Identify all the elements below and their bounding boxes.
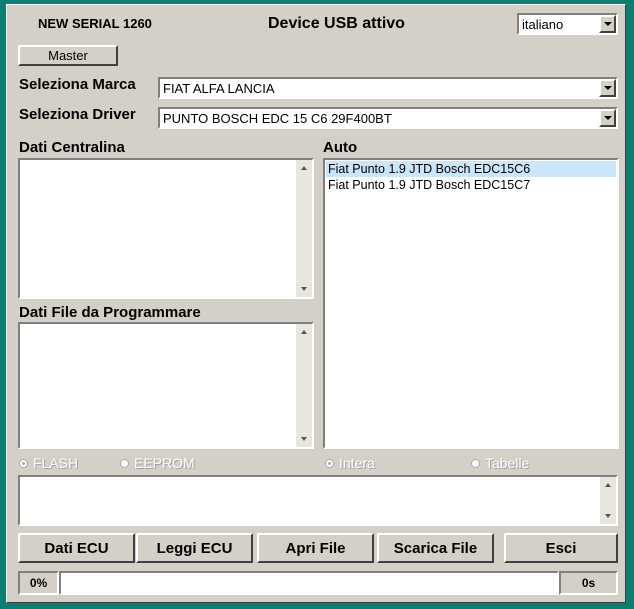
dati-centralina-textarea[interactable] xyxy=(18,158,314,299)
language-select[interactable]: italiano xyxy=(517,13,618,35)
dati-ecu-button[interactable]: Dati ECU xyxy=(18,533,135,563)
driver-value: PUNTO BOSCH EDC 15 C6 29F400BT xyxy=(163,110,392,126)
scroll-up-icon[interactable] xyxy=(600,477,616,493)
dati-centralina-label: Dati Centralina xyxy=(19,139,125,156)
scroll-down-icon[interactable] xyxy=(296,281,312,297)
main-window: NEW SERIAL 1260 Device USB attivo italia… xyxy=(6,4,626,603)
elapsed-time: 0s xyxy=(559,571,618,595)
language-value: italiano xyxy=(522,16,564,32)
marca-label: Seleziona Marca xyxy=(19,76,136,93)
radio-dot-icon xyxy=(19,458,28,468)
radio-tabelle-label: Tabelle xyxy=(485,455,530,471)
marca-select[interactable]: FIAT ALFA LANCIA xyxy=(158,77,618,99)
device-status-label: Device USB attivo xyxy=(268,15,405,32)
radio-intera-label: Intera xyxy=(339,455,375,471)
master-button[interactable]: Master xyxy=(18,45,118,66)
list-item[interactable]: Fiat Punto 1.9 JTD Bosch EDC15C6 xyxy=(326,161,616,177)
chevron-down-icon[interactable] xyxy=(599,15,616,33)
marca-value: FIAT ALFA LANCIA xyxy=(163,80,275,96)
scroll-up-icon[interactable] xyxy=(296,160,312,176)
radio-eeprom-label: EEPROM xyxy=(134,455,195,471)
radio-dot-icon xyxy=(120,458,129,468)
radio-flash[interactable]: FLASH xyxy=(19,455,78,471)
dati-file-label: Dati File da Programmare xyxy=(19,304,201,321)
radio-eeprom[interactable]: EEPROM xyxy=(120,455,195,471)
radio-flash-label: FLASH xyxy=(33,455,79,471)
scrollbar[interactable] xyxy=(600,477,616,524)
auto-label: Auto xyxy=(323,139,358,156)
dati-file-textarea[interactable] xyxy=(18,322,314,449)
scrollbar[interactable] xyxy=(296,324,312,447)
esci-button[interactable]: Esci xyxy=(504,533,618,563)
driver-label: Seleziona Driver xyxy=(19,106,136,123)
progress-percent: 0% xyxy=(18,571,59,595)
scroll-down-icon[interactable] xyxy=(296,431,312,447)
progress-bar xyxy=(59,571,559,595)
scroll-down-icon[interactable] xyxy=(600,508,616,524)
radio-tabelle[interactable]: Tabelle xyxy=(471,455,529,471)
apri-file-button[interactable]: Apri File xyxy=(257,533,374,563)
radio-dot-icon xyxy=(325,458,334,468)
log-textarea[interactable] xyxy=(18,475,618,526)
scrollbar[interactable] xyxy=(296,160,312,297)
radio-intera[interactable]: Intera xyxy=(325,455,375,471)
scarica-file-button[interactable]: Scarica File xyxy=(377,533,494,563)
serial-label: NEW SERIAL 1260 xyxy=(38,16,152,31)
driver-select[interactable]: PUNTO BOSCH EDC 15 C6 29F400BT xyxy=(158,107,618,129)
auto-listbox[interactable]: Fiat Punto 1.9 JTD Bosch EDC15C6 Fiat Pu… xyxy=(323,158,619,449)
chevron-down-icon[interactable] xyxy=(599,79,616,97)
leggi-ecu-button[interactable]: Leggi ECU xyxy=(136,533,253,563)
scroll-up-icon[interactable] xyxy=(296,324,312,340)
list-item[interactable]: Fiat Punto 1.9 JTD Bosch EDC15C7 xyxy=(326,177,616,193)
chevron-down-icon[interactable] xyxy=(599,109,616,127)
radio-dot-icon xyxy=(471,458,480,468)
